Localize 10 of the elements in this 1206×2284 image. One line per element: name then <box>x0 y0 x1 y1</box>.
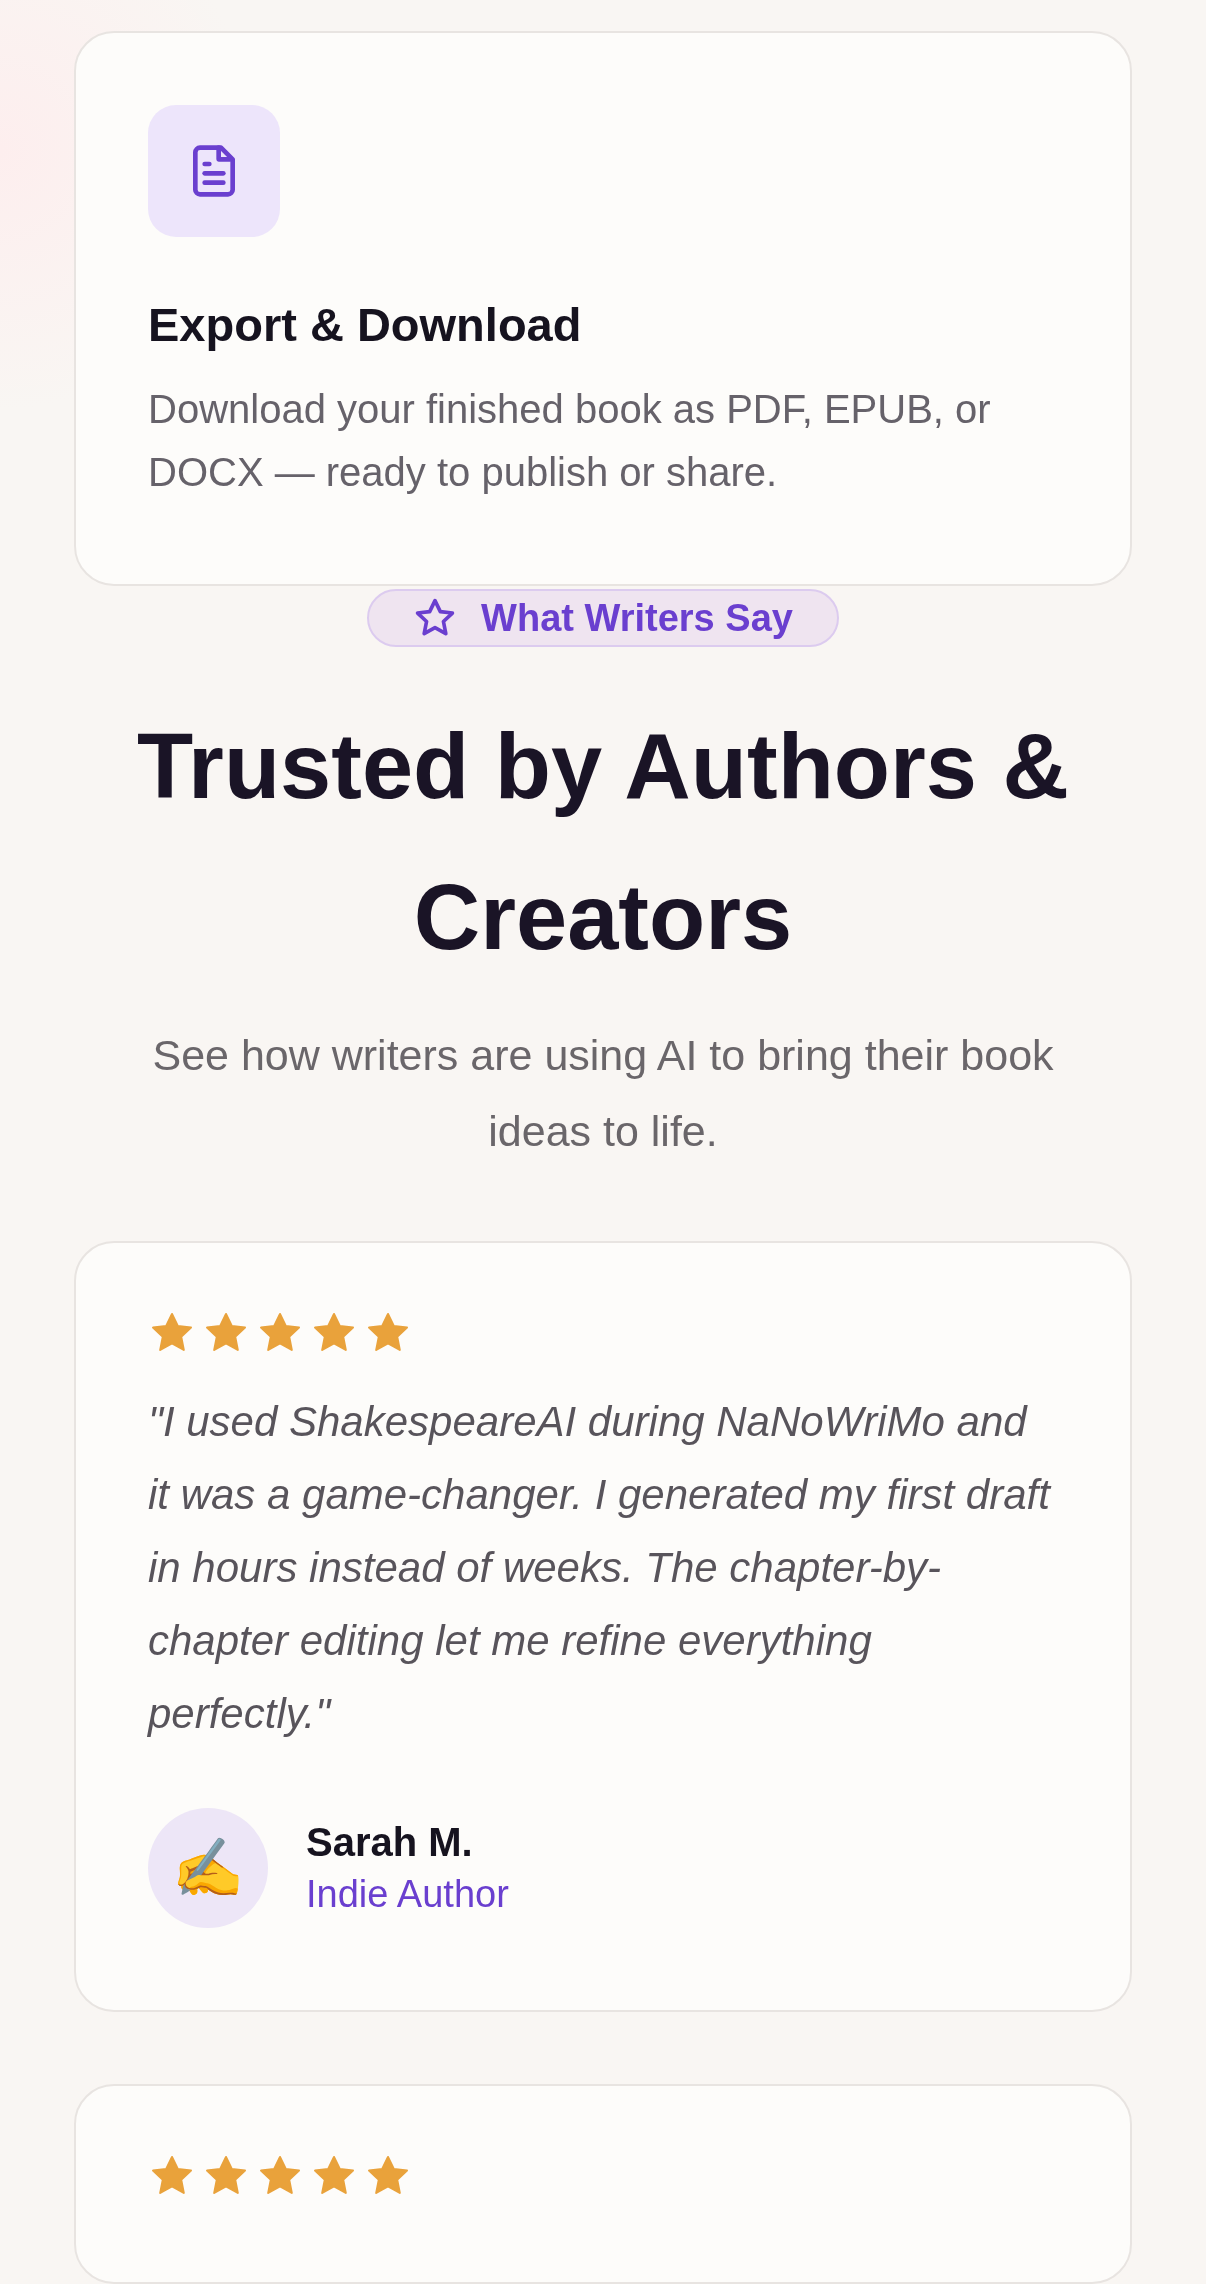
section-heading: Trusted by Authors & Creators <box>136 714 1070 970</box>
author-name: Sarah M. <box>306 1820 474 1865</box>
author-avatar: ✍ <box>148 1808 268 1928</box>
testimonial-quote: "I used ShakespeareAI during NaNoWriMo and it was a game-changer. I generated my first draft in hours instead of weeks. The chapter-by-chapter editing let me refine everything perfectly." <box>148 1397 1053 1739</box>
section-subheading: See how writers are using AI to bring their book ideas to life. <box>151 1030 1055 1157</box>
feature-description: Download your finished book as PDF, EPUB, or DOCX — ready to publish or share. <box>148 386 992 496</box>
author-role: Indie Author <box>306 1873 509 1916</box>
document-icon <box>148 105 280 237</box>
feature-title: Export & Download <box>148 297 583 352</box>
badge-label: What Writers Say <box>481 596 793 640</box>
